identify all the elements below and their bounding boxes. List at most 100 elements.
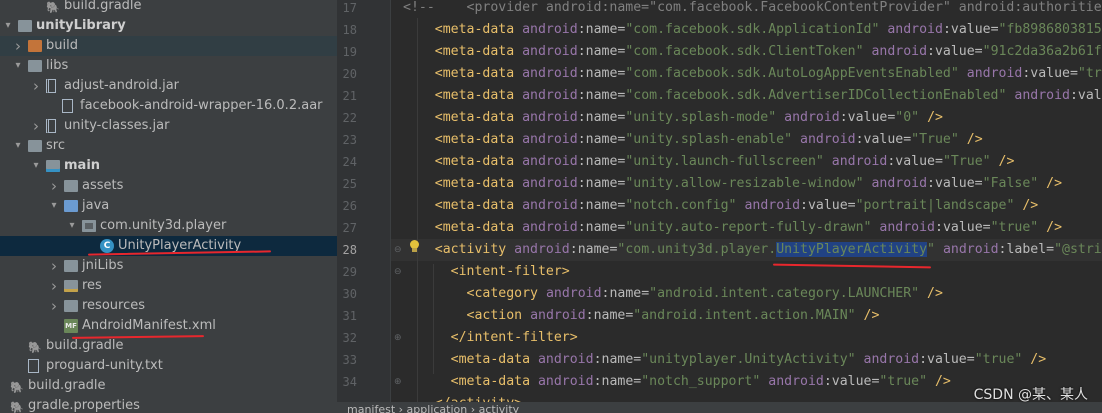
tree-item[interactable]: ▾ unityLibrary	[0, 16, 337, 36]
code-editor[interactable]: <!-- <provider android:name="com.faceboo…	[391, 0, 1102, 413]
tree-item-label: java	[82, 198, 110, 213]
code-line[interactable]: <category android:name="android.intent.c…	[391, 283, 1102, 305]
chevron-down-icon[interactable]: ▾	[2, 16, 14, 36]
watermark: CSDN @某、某人	[973, 387, 1088, 403]
tree-item[interactable]: 🐘 gradle.properties	[0, 396, 337, 413]
code-line[interactable]: <meta-data android:name="com.facebook.sd…	[391, 63, 1102, 85]
code-line[interactable]: <activity android:name="com.unity3d.play…	[391, 239, 1102, 261]
tree-item[interactable]: MF AndroidManifest.xml	[0, 316, 337, 336]
code-token: android	[768, 374, 824, 389]
jar-icon	[46, 79, 56, 93]
tree-item[interactable]: facebook-android-wrapper-16.0.2.aar	[0, 96, 337, 116]
code-token: :value=	[927, 176, 983, 191]
tree-item[interactable]: › jniLibs	[0, 256, 337, 276]
code-token: <meta-data	[434, 22, 523, 37]
tree-item[interactable]: › resources	[0, 296, 337, 316]
line-number: 34	[342, 375, 357, 389]
fold-collapse-icon[interactable]: ⊖	[394, 245, 404, 255]
chevron-down-icon[interactable]: ▾	[12, 136, 24, 156]
code-token: "@stri	[1054, 242, 1102, 257]
chevron-right-icon[interactable]: ›	[30, 116, 42, 136]
line-number: 21	[342, 89, 357, 103]
code-line[interactable]: <meta-data android:name="unity.launch-fu…	[391, 151, 1102, 173]
code-token: <meta-data	[434, 154, 523, 169]
code-token: :value=	[800, 198, 856, 213]
code-line[interactable]: <action android:name="android.intent.act…	[391, 305, 1102, 327]
code-token: />	[1038, 220, 1063, 235]
tree-item[interactable]: › build	[0, 36, 337, 56]
chevron-right-icon[interactable]: ›	[48, 296, 60, 316]
code-token: />	[919, 286, 943, 301]
tree-item-label: build.gradle	[46, 338, 124, 353]
tree-item[interactable]: 🐘 build.gradle	[0, 336, 337, 356]
code-token: android	[537, 374, 594, 389]
line-number: 24	[342, 155, 357, 169]
tree-item[interactable]: 🐘 build.gradle	[0, 376, 337, 396]
tree-item[interactable]: ▾ src	[0, 136, 337, 156]
tree-item-label: assets	[82, 178, 124, 193]
folder-icon	[28, 60, 42, 72]
code-line[interactable]: <meta-data android:name="unity.splash-en…	[391, 129, 1102, 151]
chevron-down-icon[interactable]: ▾	[66, 216, 78, 236]
tree-item[interactable]: ▾ com.unity3d.player	[0, 216, 337, 236]
code-token: "notch.config"	[625, 198, 737, 213]
code-line[interactable]: <meta-data android:name="notch.config" a…	[391, 195, 1102, 217]
code-line[interactable]: <meta-data android:name="unityplayer.Uni…	[391, 349, 1102, 371]
tree-item-label: AndroidManifest.xml	[82, 318, 216, 333]
code-line[interactable]: <intent-filter>	[391, 261, 1102, 283]
chevron-down-icon[interactable]: ▾	[12, 56, 24, 76]
code-token: "notch_support"	[641, 374, 761, 389]
code-token: "False"	[982, 176, 1039, 191]
lightbulb-icon[interactable]	[409, 240, 420, 253]
chevron-right-icon[interactable]: ›	[48, 276, 60, 296]
tree-item[interactable]: ▾ libs	[0, 56, 337, 76]
code-token: "true"	[990, 220, 1039, 235]
fold-expand-icon[interactable]: ⊕	[394, 377, 404, 387]
tree-item[interactable]: › unity-classes.jar	[0, 116, 337, 136]
code-token: android	[537, 352, 594, 367]
code-token: "android.intent.category.LAUNCHER"	[649, 286, 920, 301]
chevron-down-icon[interactable]: ▾	[30, 156, 42, 176]
code-token: "unity.launch-fullscreen"	[625, 154, 824, 169]
code-line[interactable]: <meta-data android:name="com.facebook.sd…	[391, 19, 1102, 41]
code-line[interactable]: <meta-data android:name="unity.auto-repo…	[391, 217, 1102, 239]
code-token: "0"	[895, 110, 920, 125]
tree-item[interactable]: ▾ main	[0, 156, 337, 176]
code-line[interactable]: <!-- <provider android:name="com.faceboo…	[391, 0, 1102, 19]
code-token: "true"	[1077, 66, 1102, 81]
tree-item[interactable]: 🐘 build.gradle	[0, 0, 337, 16]
code-token: android	[545, 286, 602, 301]
tree-item[interactable]: › adjust-android.jar	[0, 76, 337, 96]
code-line[interactable]: <meta-data android:name="unity.splash-mo…	[391, 107, 1102, 129]
file-icon	[62, 99, 73, 113]
line-number: 28	[342, 243, 357, 257]
code-token: "True"	[911, 132, 959, 147]
code-line[interactable]: <meta-data android:name="com.facebook.sd…	[391, 85, 1102, 107]
tree-item[interactable]: › assets	[0, 176, 337, 196]
code-token: "com.facebook.sdk.AdvertiserIDCollection…	[625, 88, 1007, 103]
folder-icon	[28, 140, 42, 152]
code-line[interactable]: </intent-filter>	[391, 327, 1102, 349]
chevron-down-icon[interactable]: ▾	[48, 196, 60, 216]
tree-item[interactable]: › res	[0, 276, 337, 296]
code-token: "91c2da36a2b61f"	[982, 44, 1102, 59]
code-token: </intent-filter>	[450, 330, 578, 345]
tree-item[interactable]: proguard-unity.txt	[0, 356, 337, 376]
chevron-right-icon[interactable]: ›	[48, 256, 60, 276]
chevron-right-icon[interactable]: ›	[30, 76, 42, 96]
code-token: android	[1014, 88, 1070, 103]
tree-item[interactable]: ▾ java	[0, 196, 337, 216]
fold-expand-icon[interactable]: ⊕	[394, 333, 404, 343]
code-line[interactable]: <meta-data android:name="unity.allow-res…	[391, 173, 1102, 195]
module-folder-icon	[18, 20, 32, 32]
fold-collapse-icon[interactable]: ⊖	[394, 267, 404, 277]
indent-guide	[433, 264, 434, 374]
code-line[interactable]: <meta-data android:name="com.facebook.sd…	[391, 41, 1102, 63]
chevron-right-icon[interactable]: ›	[48, 176, 60, 196]
chevron-right-icon[interactable]: ›	[12, 36, 24, 56]
